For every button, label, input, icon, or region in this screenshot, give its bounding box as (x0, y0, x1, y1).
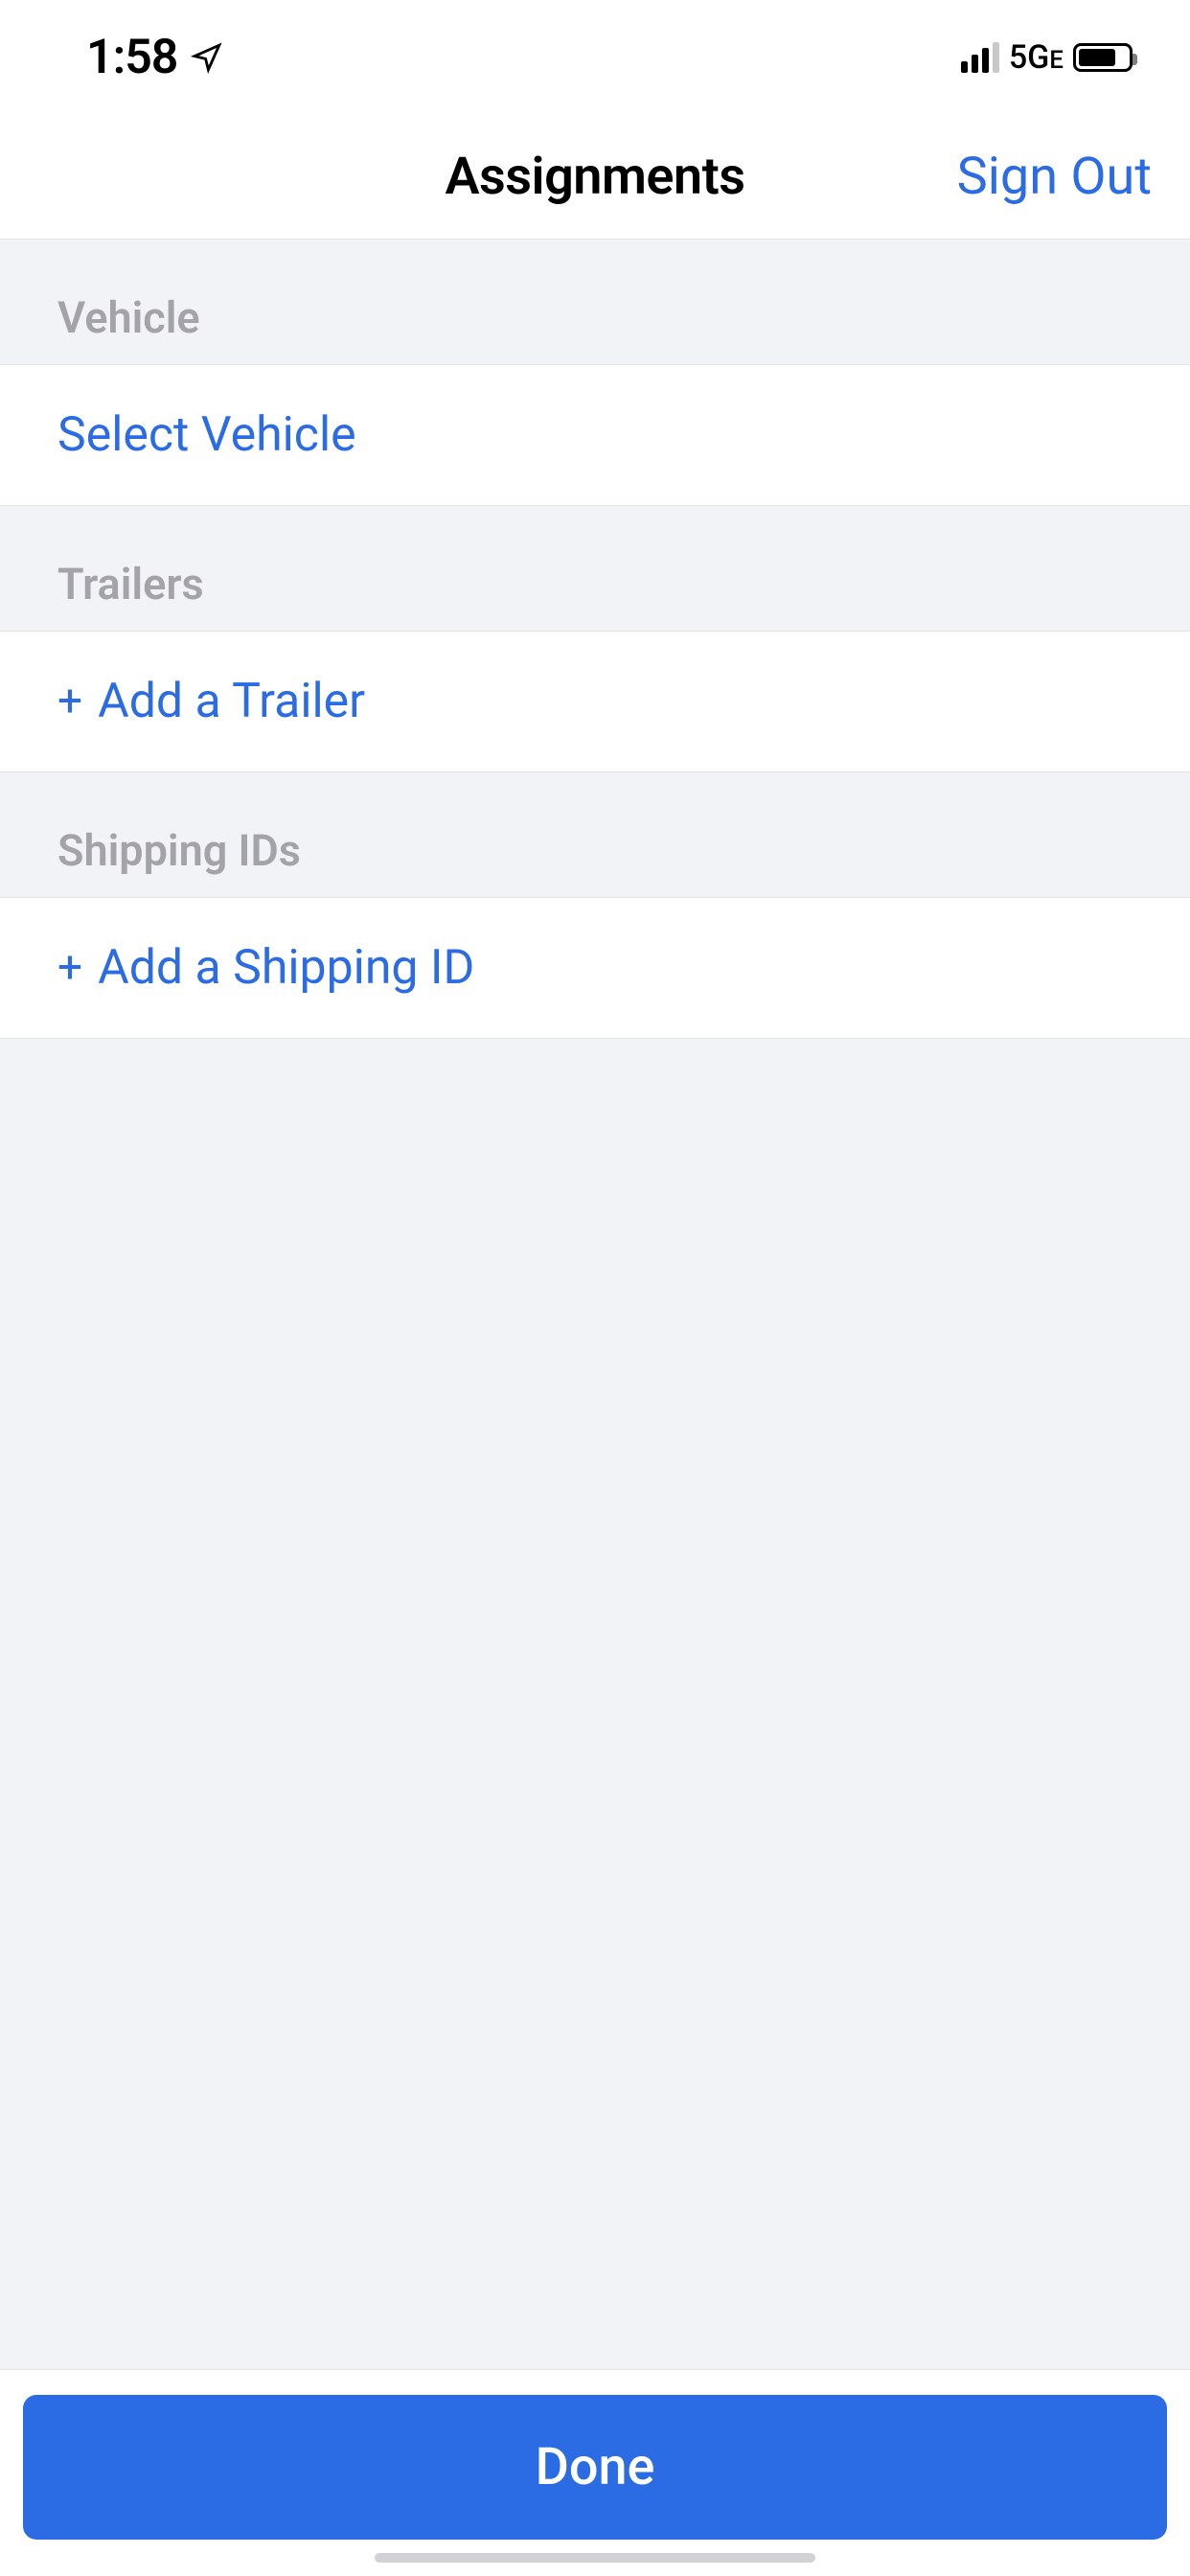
plus-icon: + (57, 942, 82, 994)
content-area: Vehicle Select Vehicle Trailers + Add a … (0, 240, 1190, 2576)
status-bar: 1:58 5GE (0, 0, 1190, 115)
battery-icon (1073, 43, 1133, 72)
home-indicator[interactable] (375, 2553, 815, 2563)
add-shipping-id-row[interactable]: + Add a Shipping ID (0, 897, 1190, 1039)
add-trailer-label: Add a Trailer (98, 674, 365, 729)
plus-icon: + (57, 676, 82, 727)
done-button[interactable]: Done (23, 2395, 1167, 2540)
cellular-signal-icon (961, 42, 999, 73)
add-shipping-id-label: Add a Shipping ID (98, 940, 474, 996)
add-trailer-row[interactable]: + Add a Trailer (0, 631, 1190, 772)
section-header-vehicle: Vehicle (0, 240, 1190, 364)
location-icon (191, 41, 223, 74)
page-title: Assignments (445, 147, 744, 207)
status-right: 5GE (961, 38, 1133, 77)
select-vehicle-row[interactable]: Select Vehicle (0, 364, 1190, 506)
screen-root: 1:58 5GE Assignments Sign Out Vehicle Se… (0, 0, 1190, 2576)
battery-fill (1079, 49, 1115, 66)
status-left: 1:58 (86, 30, 223, 85)
network-main: 5G (1009, 38, 1049, 77)
section-header-trailers: Trailers (0, 506, 1190, 631)
status-time: 1:58 (86, 30, 177, 85)
section-header-shipping: Shipping IDs (0, 772, 1190, 897)
network-type: 5GE (1009, 38, 1064, 77)
sign-out-button[interactable]: Sign Out (957, 147, 1152, 207)
nav-bar: Assignments Sign Out (0, 115, 1190, 240)
network-suffix: E (1049, 46, 1064, 75)
footer-bar: Done (0, 2369, 1190, 2576)
select-vehicle-label: Select Vehicle (57, 407, 356, 463)
